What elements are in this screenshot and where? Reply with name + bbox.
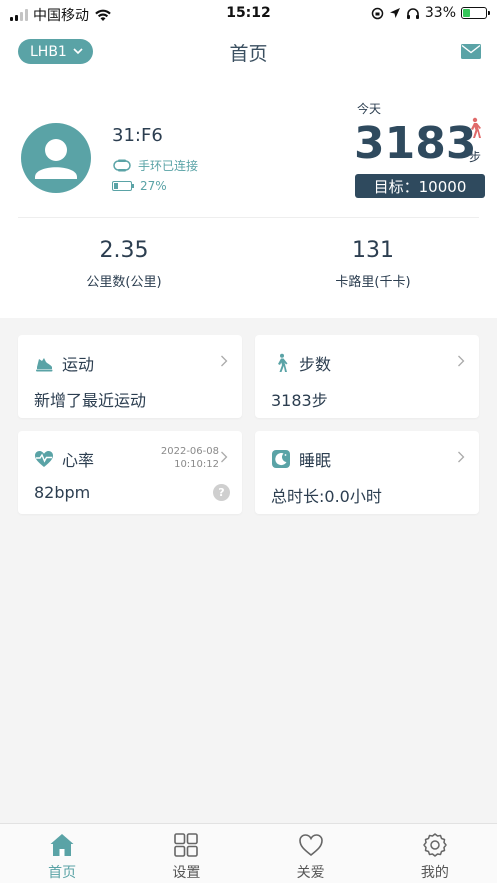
heart-rate-timestamp: 2022-06-08 10:10:12 (161, 445, 219, 471)
location-arrow-icon (389, 8, 400, 18)
tab-care-label: 关爱 (296, 865, 325, 881)
sleep-card[interactable]: 睡眠 总时长:0.0小时 (255, 431, 479, 514)
tab-home[interactable]: 首页 (0, 824, 124, 883)
user-icon (35, 139, 77, 179)
steps-card-label: 步数 (299, 355, 332, 374)
mail-icon[interactable] (461, 44, 481, 59)
heart-icon (298, 834, 323, 857)
tab-care[interactable]: 关爱 (249, 824, 373, 883)
running-shoe-icon (36, 358, 53, 372)
steps-unit: 步 (469, 150, 482, 164)
sleep-card-label: 睡眠 (299, 451, 332, 470)
heart-rate-card[interactable]: 心率 2022-06-08 10:10:12 82bpm ? (18, 431, 242, 514)
exercise-card[interactable]: 运动 新增了最近运动 (18, 335, 242, 418)
chevron-right-icon (458, 355, 465, 367)
battery-fill (463, 9, 471, 17)
avatar[interactable] (21, 123, 91, 193)
heart-rate-date: 2022-06-08 (160, 446, 219, 457)
headphones-icon (406, 7, 419, 19)
distance-label: 公里数(公里) (86, 275, 162, 290)
exercise-card-label: 运动 (62, 355, 95, 374)
distance-value: 2.35 (99, 238, 149, 263)
gear-icon (423, 833, 447, 857)
calories-label: 卡路里(千卡) (335, 275, 411, 290)
tab-settings-label: 设置 (172, 865, 201, 881)
rotation-lock-icon (371, 7, 384, 19)
home-icon (50, 834, 74, 856)
summary-card: 31:F6 手环已连接 27% 今天 3183 步 目标：10000 2.35 … (0, 74, 497, 318)
tab-profile-label: 我的 (420, 865, 449, 881)
distance-stat: 2.35 公里数(公里) (0, 238, 248, 290)
heart-pulse-icon (35, 451, 53, 467)
grid-icon (174, 833, 199, 857)
tab-settings[interactable]: 设置 (124, 824, 248, 883)
chevron-right-icon (458, 451, 465, 463)
help-icon[interactable]: ? (213, 484, 230, 501)
today-label: 今天 (357, 102, 382, 116)
steps-card[interactable]: 步数 3183步 (255, 335, 479, 418)
chevron-right-icon (221, 451, 228, 463)
heart-rate-card-label: 心率 (62, 451, 95, 470)
device-battery-icon (112, 181, 134, 191)
page-title: 首页 (229, 43, 268, 65)
device-battery-text: 27% (140, 179, 167, 193)
calories-value: 131 (352, 238, 394, 263)
moon-icon (272, 450, 290, 468)
goal-badge: 目标：10000 (355, 174, 485, 198)
status-right: 33% (371, 5, 490, 21)
exercise-card-title: 运动 (34, 351, 94, 375)
steps-card-value: 3183步 (271, 391, 328, 410)
nav-bar: LHB1 首页 (0, 28, 497, 74)
chevron-right-icon (221, 355, 228, 367)
status-bar: 中国移动 15:12 33% (0, 0, 497, 28)
device-battery: 27% (112, 179, 167, 193)
connection-status-text: 手环已连接 (138, 159, 199, 173)
heart-rate-card-value: 82bpm (34, 483, 91, 502)
walking-icon (471, 117, 481, 138)
heart-rate-time: 10:10:12 (174, 459, 219, 470)
tab-profile[interactable]: 我的 (373, 824, 497, 883)
sleep-card-value: 总时长:0.0小时 (271, 487, 382, 506)
walking-icon (278, 353, 288, 372)
tab-home-label: 首页 (48, 865, 77, 881)
band-icon (113, 159, 131, 172)
battery-percent: 33% (424, 5, 456, 21)
battery-icon (461, 7, 490, 19)
today-steps: 3183 (354, 118, 477, 169)
steps-card-title: 步数 (271, 351, 331, 375)
device-battery-fill (114, 183, 119, 189)
device-id: 31:F6 (112, 125, 163, 146)
exercise-card-value: 新增了最近运动 (34, 391, 147, 410)
divider (18, 217, 479, 218)
connection-status: 手环已连接 (112, 157, 198, 174)
tab-bar: 首页 设置 关爱 我的 (0, 823, 497, 883)
calories-stat: 131 卡路里(千卡) (249, 238, 497, 290)
heart-rate-card-title: 心率 (34, 447, 94, 471)
sleep-card-title: 睡眠 (271, 447, 331, 471)
